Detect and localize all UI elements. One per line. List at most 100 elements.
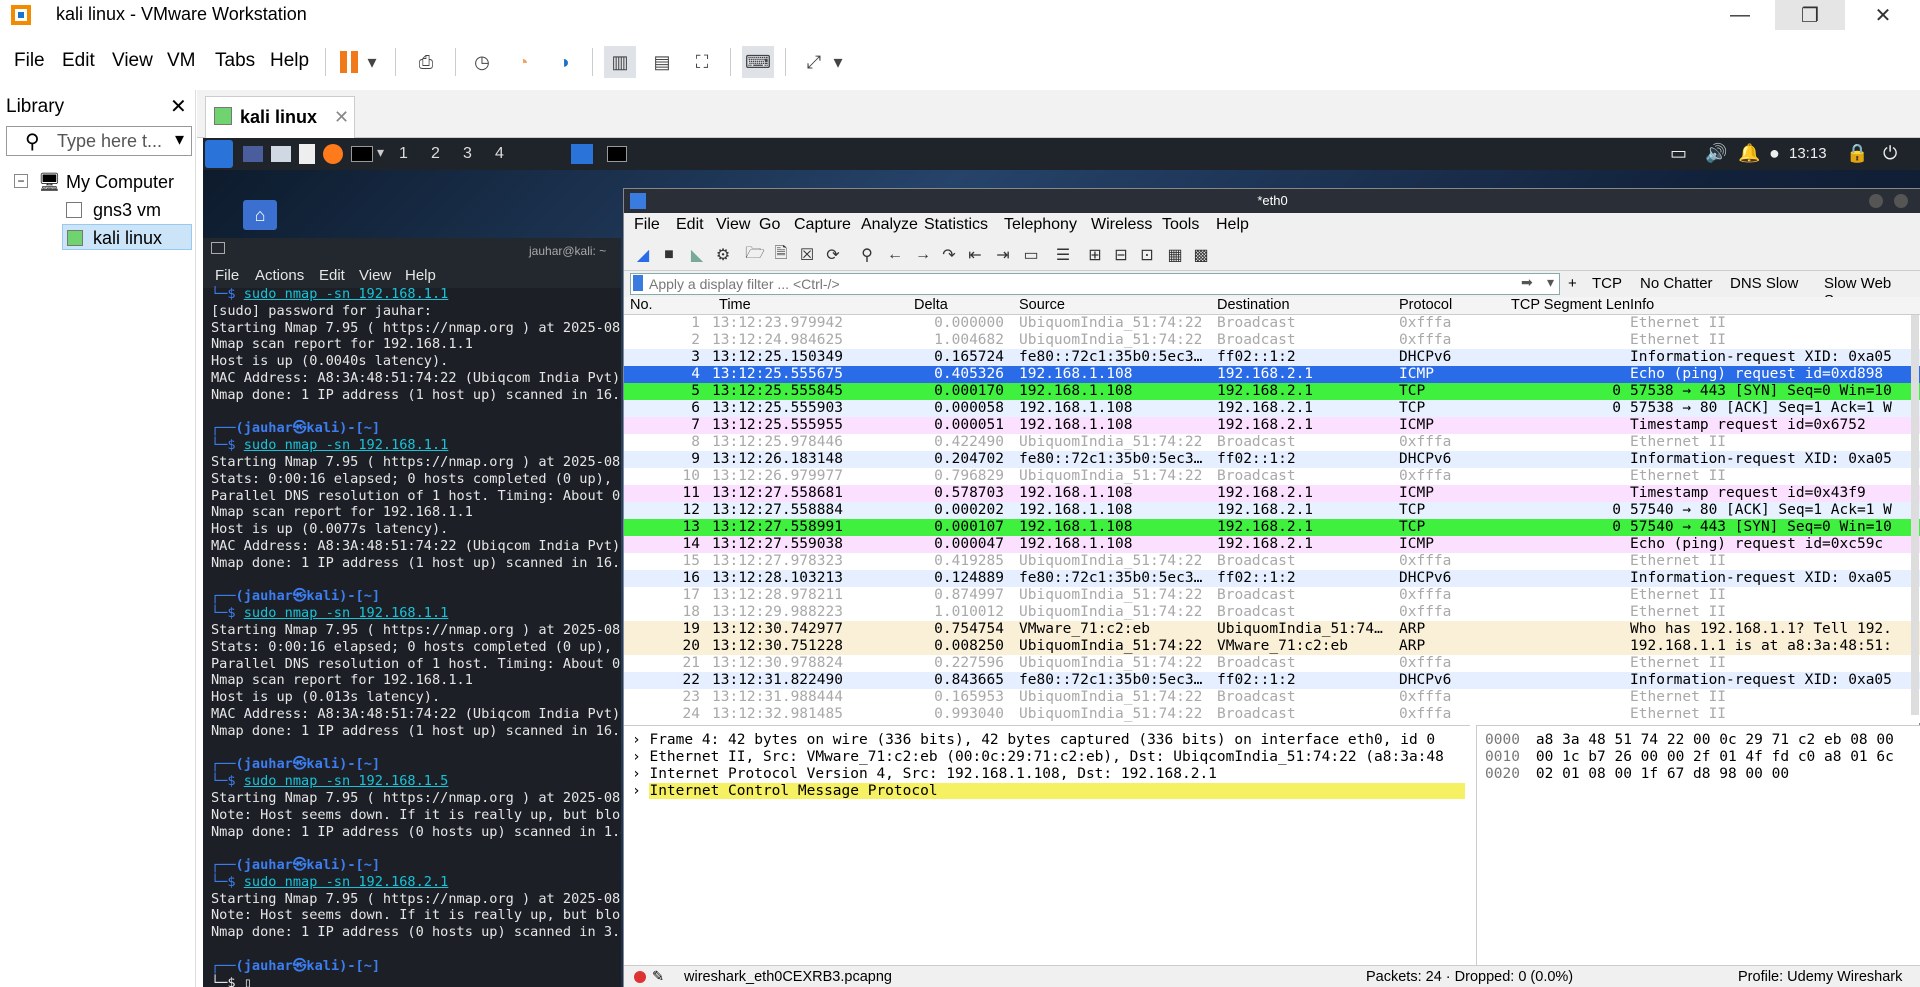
ws-menu-file[interactable]: File <box>634 216 660 234</box>
ws-menu-view[interactable]: View <box>716 216 750 234</box>
normal-size-icon[interactable]: ⊡ <box>1136 244 1158 266</box>
zoom-in-icon[interactable]: ⊞ <box>1084 244 1106 266</box>
packet-row[interactable]: 21 13:12:30.978824 0.227596 UbiquomIndia_51… <box>624 655 1920 672</box>
ws-menu-analyze[interactable]: Analyze <box>861 216 918 234</box>
ws-menu-statistics[interactable]: Statistics <box>924 216 988 234</box>
power-icon[interactable]: ⏻ <box>1883 143 1897 164</box>
detail-row[interactable]: › Frame 4: 42 bytes on wire (336 bits), … <box>632 732 1435 748</box>
library-search-field[interactable]: ⚲ Type here t... ▾ <box>6 126 192 156</box>
column-header[interactable]: Source <box>1019 297 1065 313</box>
ws-menu-wireless[interactable]: Wireless <box>1091 216 1152 234</box>
wireshark-window[interactable]: *eth0 File Edit View Go Capture Analyze Statis… <box>623 188 1920 987</box>
menu-view[interactable]: View <box>112 50 153 72</box>
packet-row[interactable]: 11 13:12:27.558681 0.578703 192.168.1.108 19… <box>624 485 1920 502</box>
capture-options-icon[interactable]: ⚙ <box>712 244 734 266</box>
term-menu-actions[interactable]: Actions <box>255 267 304 284</box>
autoscroll-icon[interactable]: ▭ <box>1020 244 1042 266</box>
term-menu-edit[interactable]: Edit <box>319 267 345 284</box>
find-icon[interactable]: ⚲ <box>856 244 878 266</box>
go-back-icon[interactable]: ← <box>884 244 906 266</box>
first-packet-icon[interactable]: ⇤ <box>964 244 986 266</box>
chevron-down-icon[interactable]: ▾ <box>377 144 384 161</box>
edit-comment-icon[interactable]: ✎ <box>652 969 664 985</box>
column-header[interactable]: Destination <box>1217 297 1290 313</box>
packet-row[interactable]: 4 13:12:25.555675 0.405326 192.168.1.108 192… <box>624 366 1920 383</box>
packet-row[interactable]: 16 13:12:28.103213 0.124889 fe80::72c1:35b0… <box>624 570 1920 587</box>
full-screen-icon[interactable]: ⛶ <box>686 46 718 78</box>
vm-display[interactable]: ▾ 1 2 3 4 ▭ 🔊 🔔 ● 13:13 🔒 ⏻ ⌂ jauhar@kal… <box>203 138 1920 987</box>
workspace-4[interactable]: 4 <box>495 145 504 163</box>
go-forward-icon[interactable]: → <box>912 244 934 266</box>
packet-row[interactable]: 5 13:12:25.555845 0.000170 192.168.1.108 192… <box>624 383 1920 400</box>
stretch-icon[interactable]: ⤢ <box>798 46 830 78</box>
volume-icon[interactable]: 🔊 <box>1705 143 1727 164</box>
pause-icon[interactable] <box>333 46 365 78</box>
ws-menu-go[interactable]: Go <box>759 216 780 234</box>
open-file-icon[interactable]: 🗁 <box>744 244 766 266</box>
tree-collapse-icon[interactable]: − <box>14 174 28 188</box>
library-view-icon[interactable]: ▥ <box>604 46 636 78</box>
resize-columns-icon[interactable]: ▦ <box>1164 244 1186 266</box>
packet-row[interactable]: 2 13:12:24.984625 1.004682 UbiquomIndia_51:… <box>624 332 1920 349</box>
ws-menu-help[interactable]: Help <box>1216 216 1249 234</box>
packet-row[interactable]: 24 13:12:32.981485 0.993040 UbiquomIndia_51… <box>624 706 1920 723</box>
chevron-down-icon[interactable]: ▾ <box>828 46 848 78</box>
menu-edit[interactable]: Edit <box>62 50 95 72</box>
notification-icon[interactable]: 🔔 <box>1738 143 1760 164</box>
restart-capture-icon[interactable]: ◣ <box>686 244 708 266</box>
filter-button-no-chatter[interactable]: No Chatter <box>1640 275 1713 292</box>
packet-row[interactable]: 13 13:12:27.558991 0.000107 192.168.1.108 19… <box>624 519 1920 536</box>
packet-row[interactable]: 18 13:12:29.988223 1.010012 UbiquomIndia_51… <box>624 604 1920 621</box>
menu-vm[interactable]: VM <box>167 50 196 72</box>
start-capture-icon[interactable]: ◢ <box>632 244 654 266</box>
tree-item-kali-linux[interactable]: kali linux <box>93 228 162 249</box>
column-header[interactable]: Delta <box>914 297 948 313</box>
packet-list-scrollbar[interactable] <box>1911 315 1919 715</box>
detail-row[interactable]: › Internet Control Message Protocol <box>632 783 1466 799</box>
packet-row[interactable]: 10 13:12:26.979977 0.796829 UbiquomIndia_51… <box>624 468 1920 485</box>
restore-button[interactable]: ❐ <box>1775 0 1845 30</box>
packet-row[interactable]: 7 13:12:25.555955 0.000051 192.168.1.108 192… <box>624 417 1920 434</box>
snapshot-manager-icon[interactable]: ◑ <box>548 46 580 78</box>
menu-help[interactable]: Help <box>270 50 309 72</box>
display-filter-input[interactable]: Apply a display filter ... <Ctrl-/> ➡ ▾ <box>630 273 1560 295</box>
thumbnail-view-icon[interactable]: ▤ <box>646 46 678 78</box>
chevron-down-icon[interactable]: ▾ <box>175 129 184 150</box>
firefox-icon[interactable] <box>323 144 343 164</box>
reload-icon[interactable]: ⟳ <box>822 244 844 266</box>
apply-filter-icon[interactable]: ➡ <box>1521 274 1533 291</box>
column-header[interactable]: Protocol <box>1399 297 1452 313</box>
terminal-icon[interactable] <box>351 146 373 162</box>
ws-menu-telephony[interactable]: Telephony <box>1004 216 1077 234</box>
minimize-button[interactable]: — <box>1705 0 1775 30</box>
column-header[interactable]: TCP Segment Len <box>1511 297 1630 313</box>
column-header[interactable]: No. <box>630 297 653 313</box>
save-file-icon[interactable]: 🗎 <box>770 244 792 266</box>
profile-name[interactable]: Profile: Udemy Wireshark <box>1738 969 1902 985</box>
revert-snapshot-icon[interactable]: ◔ <box>507 46 539 78</box>
lock-icon[interactable]: 🔒 <box>1846 143 1868 164</box>
detail-row[interactable]: › Ethernet II, Src: VMware_71:c2:eb (00:… <box>632 749 1444 765</box>
packet-row[interactable]: 12 13:12:27.558884 0.000202 192.168.1.108 19… <box>624 502 1920 519</box>
packet-row[interactable]: 20 13:12:30.751228 0.008250 UbiquomIndia_51… <box>624 638 1920 655</box>
packet-row[interactable]: 17 13:12:28.978211 0.874997 UbiquomIndia_51… <box>624 587 1920 604</box>
colorize-icon[interactable]: ☰ <box>1052 244 1074 266</box>
filter-button-dns-slow[interactable]: DNS Slow <box>1730 275 1798 292</box>
go-to-packet-icon[interactable]: ↷ <box>938 244 960 266</box>
files-icon[interactable] <box>271 146 291 162</box>
close-file-icon[interactable]: ☒ <box>796 244 818 266</box>
chevron-right-icon[interactable]: › <box>632 783 649 799</box>
column-header[interactable]: Info <box>1630 297 1654 313</box>
ws-menu-tools[interactable]: Tools <box>1162 216 1199 234</box>
packet-bytes[interactable]: 0000 a8 3a 48 51 74 22 00 0c 29 71 c2 eb … <box>1476 725 1920 965</box>
stop-capture-icon[interactable]: ■ <box>658 244 680 266</box>
chevron-right-icon[interactable]: › <box>632 749 649 765</box>
menu-tabs[interactable]: Tabs <box>215 50 255 72</box>
menu-file[interactable]: File <box>14 50 45 72</box>
term-menu-file[interactable]: File <box>215 267 239 284</box>
tree-item-gns3-vm[interactable]: gns3 vm <box>93 200 161 221</box>
chevron-down-icon[interactable]: ▾ <box>1547 274 1554 291</box>
filter-button-tcp[interactable]: TCP <box>1592 275 1622 292</box>
bookmark-icon[interactable] <box>633 275 643 291</box>
packet-row[interactable]: 3 13:12:25.150349 0.165724 fe80::72c1:35b0:… <box>624 349 1920 366</box>
